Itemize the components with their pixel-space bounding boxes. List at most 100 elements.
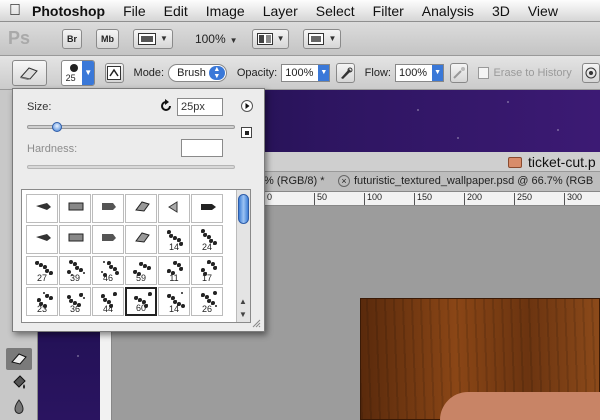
airbrush-icon [453, 66, 466, 79]
size-pressure-button[interactable] [581, 62, 600, 83]
brush-tip-icon [201, 204, 216, 210]
zoom-level-select[interactable]: 100% ▼ [195, 32, 238, 46]
brush-preset-cell[interactable]: 59 [125, 256, 157, 285]
brush-tip-icon [135, 232, 150, 243]
view-extras-button[interactable]: ▼ [133, 28, 173, 49]
resize-grip-icon[interactable] [251, 318, 261, 328]
close-icon[interactable]: × [338, 175, 350, 187]
film-strip-icon [138, 32, 157, 45]
brush-preset-cell[interactable]: 14 [158, 287, 190, 316]
arrange-documents-button[interactable]: ▼ [251, 28, 290, 49]
hardness-input[interactable] [181, 139, 223, 157]
eraser-tool-icon[interactable] [6, 348, 32, 370]
document-tab-label: futuristic_textured_wallpaper.psd @ 66.7… [354, 175, 594, 187]
menu-analysis[interactable]: Analysis [413, 3, 483, 19]
menu-view[interactable]: View [519, 3, 567, 19]
menu-select[interactable]: Select [307, 3, 364, 19]
brush-preset-cell[interactable] [125, 194, 157, 223]
ruler-tick: 150 [414, 193, 432, 205]
size-input[interactable]: 25px [177, 98, 223, 116]
bridge-button[interactable]: Br [62, 28, 83, 49]
hardness-slider[interactable] [27, 165, 235, 169]
chevron-down-icon: ▼ [160, 34, 168, 43]
brush-preset-cell[interactable] [92, 194, 124, 223]
brush-preset-picker[interactable]: 25 ▼ [60, 59, 96, 86]
brush-preset-cell[interactable] [158, 194, 190, 223]
ruler-tick: 250 [514, 193, 532, 205]
erase-to-history-checkbox[interactable] [478, 66, 490, 79]
brush-preset-size: 14 [168, 242, 179, 252]
menu-app[interactable]: Photoshop [30, 3, 114, 19]
brush-panel-toggle[interactable] [105, 62, 124, 83]
size-slider-thumb[interactable] [52, 122, 62, 132]
menu-filter[interactable]: Filter [364, 3, 413, 19]
brush-preset-cell[interactable]: 46 [92, 256, 124, 285]
brush-preset-cell[interactable] [26, 225, 58, 254]
brush-preset-size: 46 [102, 273, 113, 283]
paint-bucket-tool-icon[interactable] [6, 372, 32, 394]
brush-preset-cell[interactable]: 23 [26, 287, 58, 316]
brush-preset-size: 27 [36, 273, 47, 283]
menu-edit[interactable]: Edit [155, 3, 197, 19]
brush-tip-icon [68, 233, 84, 242]
brush-preset-cell[interactable]: 44 [92, 287, 124, 316]
flow-input[interactable]: 100% ▼ [394, 63, 445, 82]
brush-preset-grid: 26 14 60 44 36 23 17 11 59 46 39 27 24 14 ▲ ▼ [21, 189, 251, 323]
menu-3d[interactable]: 3D [483, 3, 519, 19]
mode-select[interactable]: Brush ▲ ▼ [168, 63, 227, 82]
menu-file[interactable]: File [114, 3, 155, 19]
erase-to-history-label: Erase to History [493, 66, 572, 79]
blur-tool-icon[interactable] [6, 396, 32, 418]
brush-preset-cell[interactable] [59, 225, 91, 254]
new-preset-icon[interactable] [241, 127, 252, 138]
menu-image[interactable]: Image [197, 3, 254, 19]
brush-preset-cell[interactable] [92, 225, 124, 254]
menu-bar:  Photoshop File Edit Image Layer Select… [0, 0, 600, 22]
brush-preset-cell[interactable]: 24 [191, 225, 223, 254]
arrange-icon [256, 32, 273, 45]
brush-preset-size: 14 [168, 304, 179, 314]
menu-layer[interactable]: Layer [254, 3, 307, 19]
brush-preset-size: 17 [201, 273, 212, 283]
stepper-arrows-icon: ▲ ▼ [208, 65, 225, 80]
mini-bridge-button[interactable]: Mb [96, 28, 120, 49]
background-document-title[interactable]: ticket-cut.p [508, 154, 596, 170]
panel-menu-icon[interactable] [241, 100, 253, 112]
apple-menu-icon[interactable]:  [0, 2, 30, 20]
tool-preset-picker[interactable] [12, 59, 47, 86]
screen-mode-button[interactable]: ▼ [303, 28, 342, 49]
ruler-tick: 100 [364, 193, 382, 205]
brush-preset-cell[interactable]: 36 [59, 287, 91, 316]
mode-label: Mode: [133, 66, 165, 79]
size-slider[interactable] [27, 122, 235, 132]
brush-preset-size: 24 [201, 242, 212, 252]
brush-preset-cell[interactable] [59, 194, 91, 223]
airbrush-button[interactable] [450, 62, 469, 83]
screen-mode-icon [308, 32, 325, 45]
size-label: Size: [27, 101, 52, 113]
pen-pressure-icon [340, 67, 353, 79]
brush-preset-cell[interactable]: 60 [125, 287, 157, 316]
brush-preset-cell[interactable]: 26 [191, 287, 223, 316]
opacity-input[interactable]: 100% ▼ [281, 63, 331, 82]
brush-size-readout: 25 [65, 72, 76, 83]
brush-preset-cell[interactable]: 11 [158, 256, 190, 285]
brush-preset-size: 23 [36, 304, 47, 314]
brush-preset-cell[interactable]: 14 [158, 225, 190, 254]
brush-tip-icon [36, 203, 51, 210]
chevron-down-icon[interactable]: ▼ [239, 310, 247, 319]
preset-scrollbar[interactable]: ▲ ▼ [236, 190, 250, 322]
brush-preset-cell[interactable]: 27 [26, 256, 58, 285]
document-tab-previous[interactable]: % (RGB/8) * [264, 175, 325, 187]
reset-size-icon[interactable] [159, 99, 173, 113]
scrollbar-thumb[interactable] [238, 194, 249, 224]
brush-preset-cell[interactable] [191, 194, 223, 223]
document-tab-active[interactable]: × futuristic_textured_wallpaper.psd @ 66.… [338, 175, 593, 187]
brush-preset-cell[interactable] [125, 225, 157, 254]
brush-preset-cell[interactable] [26, 194, 58, 223]
opacity-value: 100% [285, 66, 314, 79]
opacity-pressure-button[interactable] [336, 62, 355, 83]
chevron-up-icon[interactable]: ▲ [239, 297, 247, 306]
brush-preset-cell[interactable]: 39 [59, 256, 91, 285]
brush-preset-cell[interactable]: 17 [191, 256, 223, 285]
